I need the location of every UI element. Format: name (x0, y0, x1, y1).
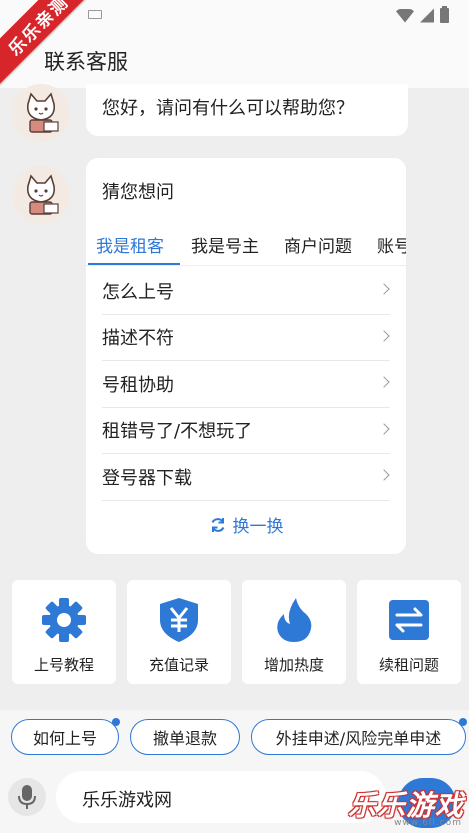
voice-button[interactable] (8, 778, 46, 816)
active-tab-indicator (88, 263, 180, 265)
flame-icon (277, 598, 312, 642)
notification-dot (459, 718, 467, 726)
tab-owner[interactable]: 我是号主 (191, 232, 259, 257)
message-input[interactable]: 乐乐游戏网 (56, 771, 386, 823)
chevron-right-icon (378, 422, 390, 435)
faq-item[interactable]: 怎么上号 (102, 268, 390, 315)
chevron-right-icon (378, 469, 390, 481)
card-renewal-issues[interactable]: 续租问题 (357, 580, 461, 684)
faq-list: 怎么上号 描述不符 号租协助 租错号了/不想玩了 登号器下载 (102, 268, 390, 501)
swap-icon (389, 600, 429, 640)
tab-account[interactable]: 账号 (377, 232, 406, 257)
refresh-button[interactable]: 换一换 (86, 512, 406, 537)
greeting-text: 您好，请问有什么可以帮助您？ (102, 98, 354, 119)
chevron-right-icon (378, 376, 390, 388)
agent-avatar (12, 166, 70, 224)
page-title: 联系客服 (44, 50, 128, 74)
card-recharge-records[interactable]: 充值记录 (127, 580, 231, 684)
microphone-icon (18, 785, 36, 809)
quick-chip-how-to-login[interactable]: 如何上号 (11, 718, 120, 755)
quick-chip-cancel-refund[interactable]: 撤单退款 (130, 719, 240, 755)
chevron-right-icon (378, 283, 390, 295)
faq-item[interactable]: 描述不符 (102, 315, 390, 361)
battery-icon (440, 6, 449, 23)
watermark-logo: 乐乐游戏 www.6ll.com (347, 789, 464, 828)
agent-avatar (12, 84, 70, 142)
greeting-bubble: 您好，请问有什么可以帮助您？ (86, 84, 408, 136)
notification-dot (112, 718, 120, 726)
faq-item[interactable]: 号租协助 (102, 361, 390, 408)
card-login-tutorial[interactable]: 上号教程 (12, 580, 116, 684)
keyboard-icon (88, 10, 102, 19)
quick-chip-appeal[interactable]: 外挂申述/风险完单申述 (251, 718, 467, 755)
gear-icon (42, 598, 86, 642)
refresh-icon (211, 517, 224, 532)
faq-card: 猜您想问 我是租客 我是号主 商户问题 账号 怎么上号 描述不符 号租协助 租错… (86, 158, 406, 554)
wifi-icon (396, 8, 414, 23)
card-increase-heat[interactable]: 增加热度 (242, 580, 346, 684)
yen-shield-icon (160, 598, 198, 642)
chevron-right-icon (378, 329, 390, 342)
signal-icon (420, 8, 434, 23)
faq-item[interactable]: 登号器下载 (102, 454, 390, 501)
tab-renter[interactable]: 我是租客 (96, 232, 164, 257)
faq-title: 猜您想问 (102, 182, 174, 203)
tab-merchant[interactable]: 商户问题 (284, 232, 352, 257)
header: 联系客服 (0, 30, 469, 88)
faq-item[interactable]: 租错号了/不想玩了 (102, 408, 390, 454)
faq-tabs: 我是租客 我是号主 商户问题 账号 (86, 228, 406, 266)
message-input-value: 乐乐游戏网 (82, 790, 172, 811)
